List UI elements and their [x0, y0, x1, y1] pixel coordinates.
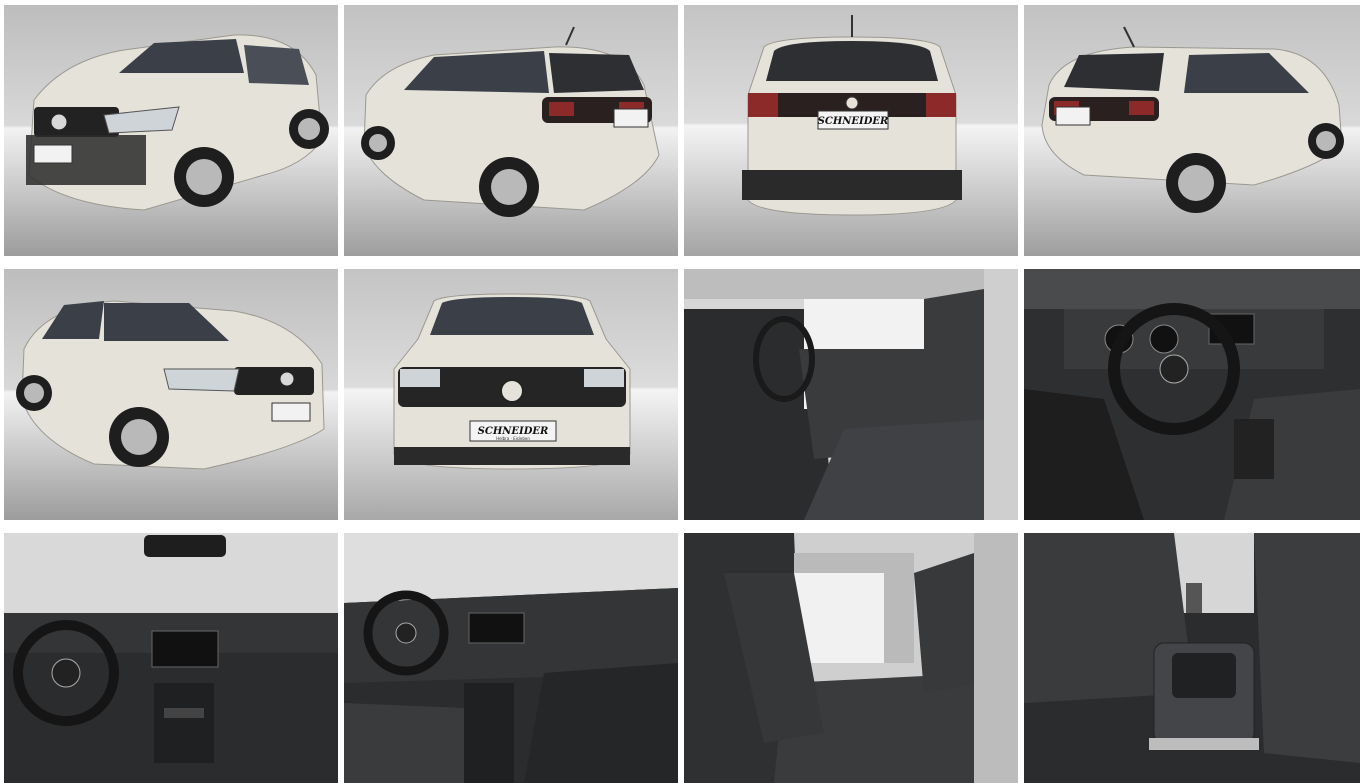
- car-rear-image: SCHNEIDER: [684, 5, 1018, 256]
- dashboard-center-image: [4, 533, 338, 783]
- rear-seats-image: [684, 533, 1018, 783]
- driver-seat-image: [684, 269, 1018, 520]
- car-front-image: SCHNEIDER Helbra · Eisleben: [344, 269, 678, 520]
- car-rear-right-image: [1024, 5, 1360, 256]
- dashboard-center-photo[interactable]: [4, 533, 338, 783]
- center-armrest-image: [1024, 533, 1360, 783]
- steering-wheel-image: [1024, 269, 1360, 520]
- photo-gallery: SCHNEIDER SCHNEIDER Helbra · Eisleben: [0, 0, 1365, 783]
- rear-right-exterior-photo[interactable]: [1024, 5, 1360, 256]
- dashboard-passenger-view-photo[interactable]: [344, 533, 678, 783]
- rear-left-exterior-photo[interactable]: [344, 5, 678, 256]
- license-plate-front-sub: Helbra · Eisleben: [496, 436, 530, 441]
- rear-seats-photo[interactable]: [684, 533, 1018, 783]
- center-armrest-photo[interactable]: [1024, 533, 1360, 783]
- license-plate-text: SCHNEIDER: [818, 116, 889, 127]
- front-left-exterior-photo[interactable]: [4, 5, 338, 256]
- car-front-right-image: [4, 269, 338, 520]
- steering-wheel-dashboard-photo[interactable]: [1024, 269, 1360, 520]
- dashboard-passenger-image: [344, 533, 678, 783]
- driver-seat-interior-photo[interactable]: [684, 269, 1018, 520]
- car-rear-left-image: [344, 5, 678, 256]
- car-front-left-image: [4, 5, 338, 256]
- rear-exterior-photo[interactable]: SCHNEIDER: [684, 5, 1018, 256]
- front-exterior-photo[interactable]: SCHNEIDER Helbra · Eisleben: [344, 269, 678, 520]
- front-right-exterior-photo[interactable]: [4, 269, 338, 520]
